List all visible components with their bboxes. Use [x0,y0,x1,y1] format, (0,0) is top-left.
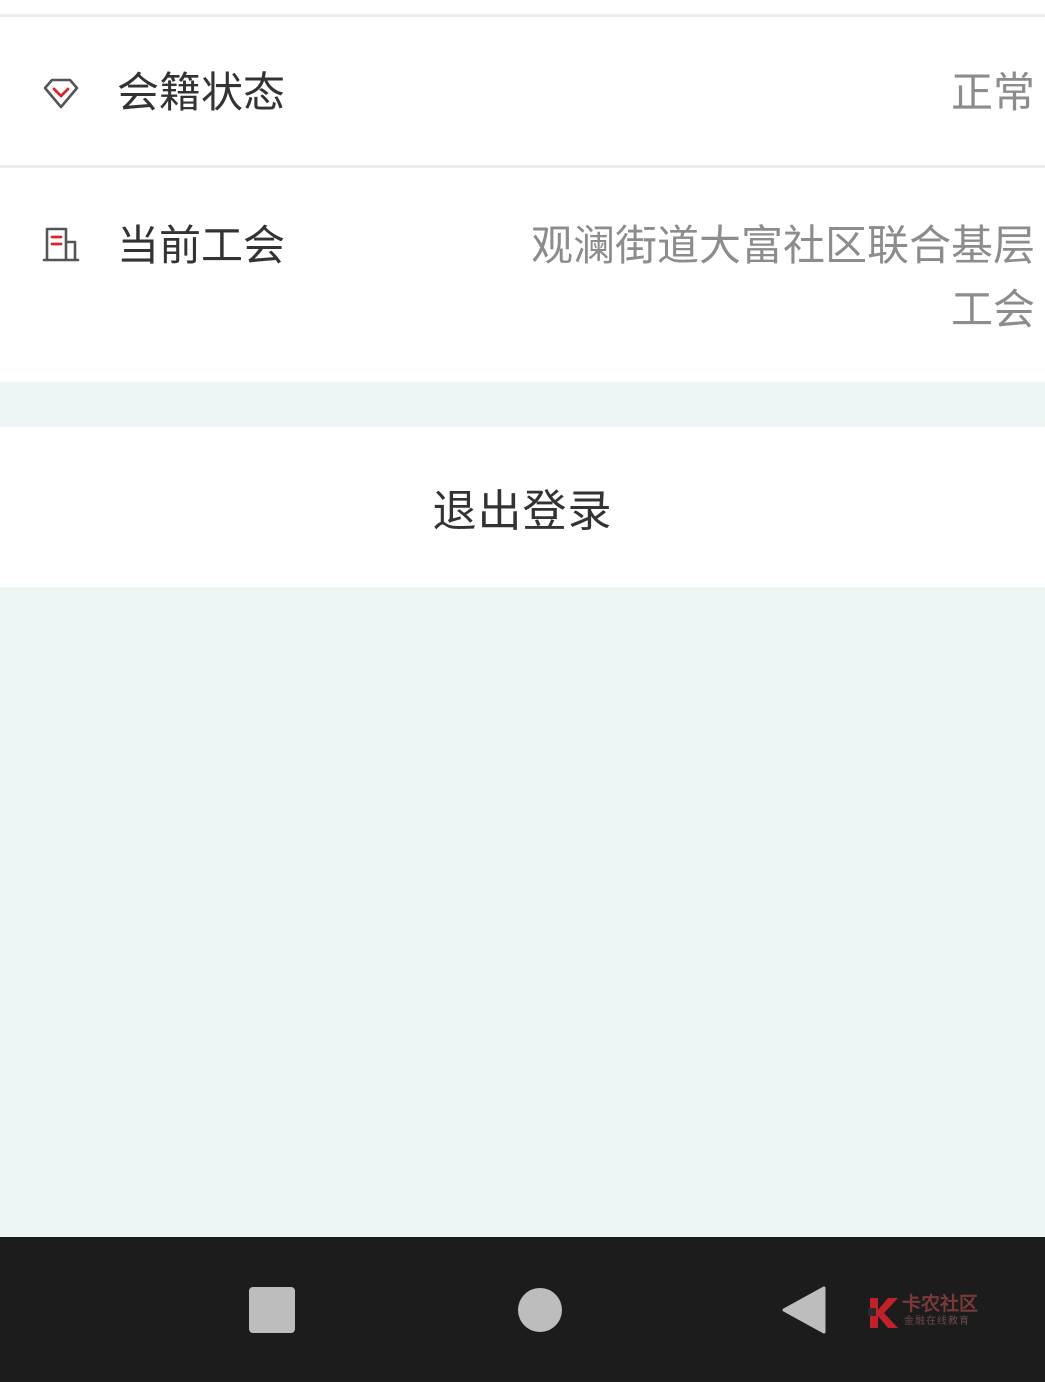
membership-status-row[interactable]: 会籍状态 正常 [0,17,1045,165]
home-button[interactable] [518,1288,562,1332]
section-gap [0,382,1045,427]
membership-status-value: 正常 [950,68,1035,117]
logout-button[interactable]: 退出登录 [0,427,1045,587]
system-navigation-bar: 卡农社区 金融在线教育 [0,1237,1045,1382]
kanong-logo-icon [868,1298,898,1328]
back-triangle-icon [782,1286,826,1334]
diamond-icon [43,78,79,109]
current-union-value: 观澜街道大富社区联合基层 工会 [531,214,1035,342]
current-union-label: 当前工会 [117,221,286,270]
current-union-row[interactable]: 当前工会 观澜街道大富社区联合基层 工会 [0,168,1045,382]
logout-label: 退出登录 [432,486,613,537]
building-icon [42,227,80,262]
watermark-title: 卡农社区 [902,1293,979,1315]
current-union-value-line1: 观澜街道大富社区联合基层 [530,221,1035,270]
previous-row-edge [0,0,1045,14]
watermark: 卡农社区 金融在线教育 [864,1294,989,1332]
back-button[interactable] [780,1285,826,1335]
recent-apps-button[interactable] [249,1287,295,1333]
settings-page: 会籍状态 正常 当前工会 观澜街道大富社区联合基层 工会 退出登录 [0,0,1045,1237]
current-union-value-line2: 工会 [950,285,1035,334]
watermark-subtitle: 金融在线教育 [904,1316,970,1327]
membership-status-label: 会籍状态 [117,68,286,117]
